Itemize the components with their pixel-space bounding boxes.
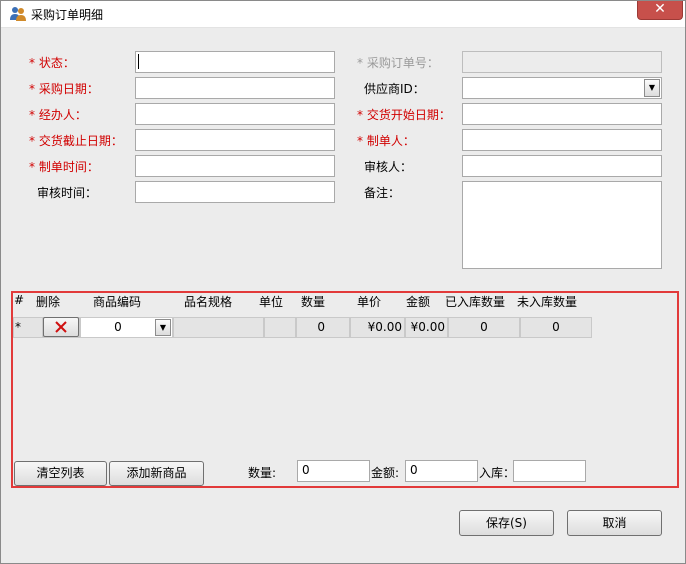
window-title: 采购订单明细 xyxy=(31,8,104,22)
creator-input[interactable] xyxy=(462,129,662,151)
created-time-label: * 制单时间： xyxy=(29,160,99,174)
total-amount-label: 金额: xyxy=(371,466,400,480)
delivery-deadline-label: * 交货截止日期： xyxy=(29,134,123,148)
stock-in-label: 入库： xyxy=(479,466,516,480)
grid-header-amount: 金额 xyxy=(406,295,431,309)
title-bar: 采购订单明细 ✕ xyxy=(1,1,685,28)
delivery-deadline-input[interactable] xyxy=(135,129,335,151)
handler-input[interactable] xyxy=(135,103,335,125)
row-pending-cell: 0 xyxy=(520,317,592,338)
purchase-date-label: * 采购日期： xyxy=(29,82,99,96)
row-received-cell: 0 xyxy=(448,317,520,338)
review-time-input[interactable] xyxy=(135,181,335,203)
row-marker: * xyxy=(13,317,43,338)
row-amount-cell: ¥0.00 xyxy=(405,317,448,338)
cancel-button[interactable]: 取消 xyxy=(567,510,662,536)
row-code-select[interactable]: 0 ▼ xyxy=(80,317,173,338)
order-number-label: * 采购订单号： xyxy=(357,56,439,70)
chevron-down-icon[interactable]: ▼ xyxy=(644,79,660,97)
chevron-down-icon[interactable]: ▼ xyxy=(155,319,171,336)
created-time-input[interactable] xyxy=(135,155,335,177)
close-button[interactable]: ✕ xyxy=(637,1,683,20)
clear-list-button[interactable]: 清空列表 xyxy=(14,461,107,486)
review-time-label: 审核时间： xyxy=(37,186,98,200)
add-item-button[interactable]: 添加新商品 xyxy=(109,461,204,486)
creator-label: * 制单人： xyxy=(357,134,415,148)
remarks-label: 备注： xyxy=(364,186,401,200)
total-amount-input[interactable]: 0 xyxy=(405,460,478,482)
purchase-date-input[interactable] xyxy=(135,77,335,99)
save-button[interactable]: 保存(S) xyxy=(459,510,554,536)
handler-label: * 经办人： xyxy=(29,108,87,122)
remarks-textarea[interactable] xyxy=(462,181,662,269)
status-label: * 状态： xyxy=(29,56,75,70)
grid-header-delete: 删除 xyxy=(36,295,61,309)
users-icon xyxy=(10,7,26,21)
total-qty-input[interactable]: 0 xyxy=(297,460,370,482)
grid-header-qty: 数量 xyxy=(301,295,326,309)
supplier-id-label: 供应商ID： xyxy=(364,82,425,96)
row-delete-button[interactable] xyxy=(43,317,79,337)
stock-in-input[interactable] xyxy=(513,460,586,482)
delete-x-icon xyxy=(55,321,67,333)
row-spec-cell[interactable] xyxy=(173,317,264,338)
row-price-cell[interactable]: ¥0.00 xyxy=(350,317,405,338)
reviewer-label: 审核人： xyxy=(364,160,413,174)
status-input[interactable] xyxy=(135,51,335,73)
text-caret xyxy=(138,54,139,69)
row-unit-cell[interactable] xyxy=(264,317,296,338)
grid-header-received: 已入库数量 xyxy=(445,295,506,309)
supplier-id-select[interactable]: ▼ xyxy=(462,77,662,99)
order-number-input xyxy=(462,51,662,73)
grid-header-price: 单价 xyxy=(357,295,382,309)
row-qty-cell[interactable]: 0 xyxy=(296,317,350,338)
grid-header-spec: 品名规格 xyxy=(184,295,233,309)
reviewer-input[interactable] xyxy=(462,155,662,177)
total-qty-label: 数量: xyxy=(248,466,277,480)
grid-header-code: 商品编码 xyxy=(93,295,142,309)
delivery-start-input[interactable] xyxy=(462,103,662,125)
grid-header-pending: 未入库数量 xyxy=(517,295,578,309)
close-icon: ✕ xyxy=(654,1,666,17)
grid-header-index: # xyxy=(14,293,25,307)
grid-header-unit: 单位 xyxy=(259,295,284,309)
delivery-start-label: * 交货开始日期： xyxy=(357,108,451,122)
purchase-order-detail-window: 采购订单明细 ✕ * 状态： * 采购日期： * 经办人： * 交货截止日期： … xyxy=(0,0,686,564)
